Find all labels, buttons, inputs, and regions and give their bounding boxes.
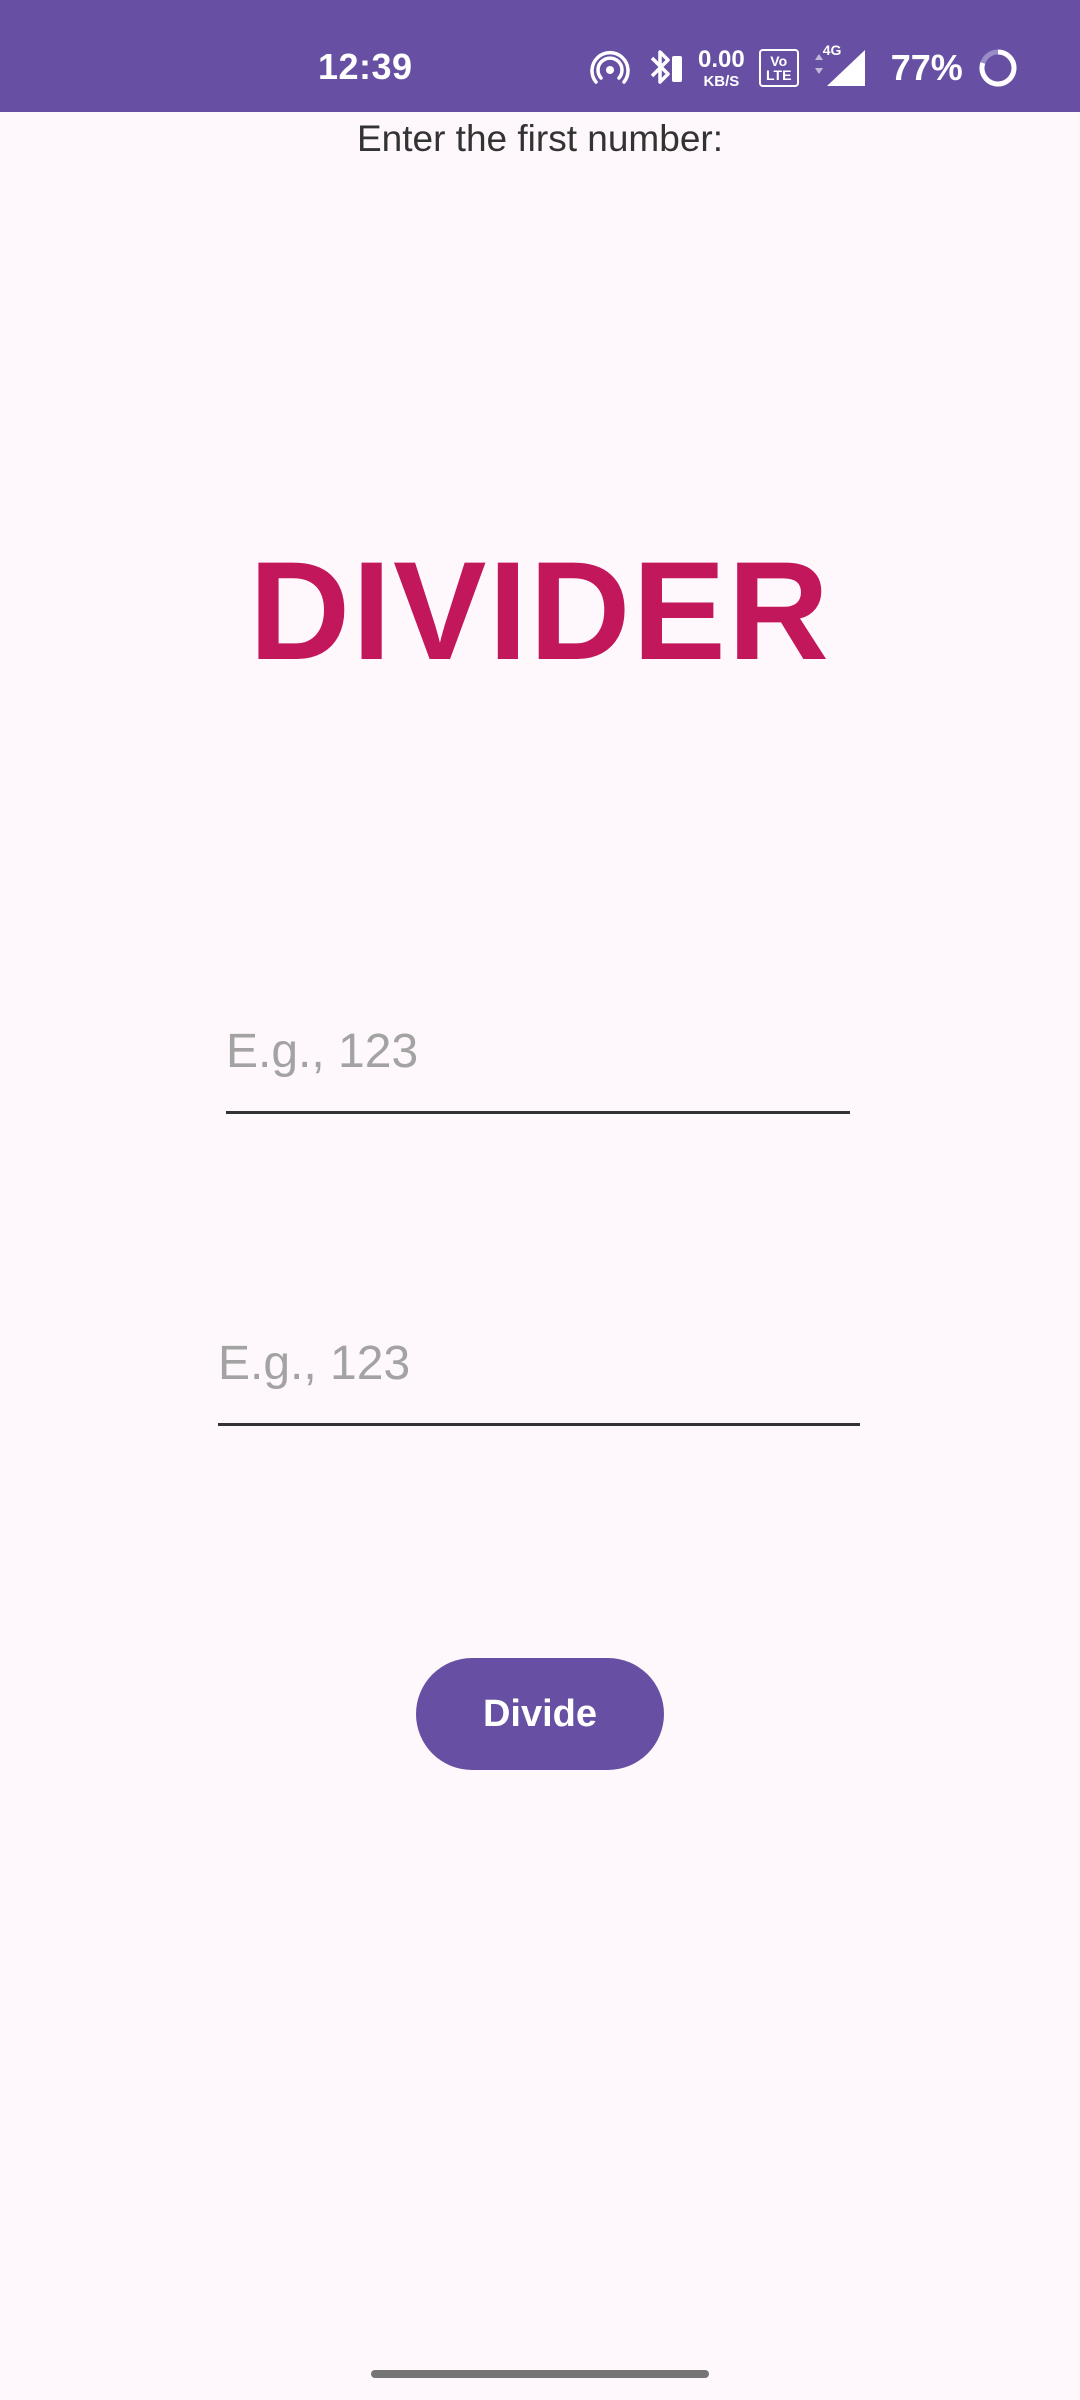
bluetooth-icon (644, 46, 684, 90)
net-speed: 0.00 KB/S (698, 45, 745, 90)
app-title: DIVIDER (249, 532, 831, 689)
signal-icon: 4G (813, 42, 867, 90)
status-time: 12:39 (318, 46, 413, 87)
first-number-input[interactable] (226, 1010, 850, 1114)
battery-ring-icon (977, 47, 1019, 89)
net-speed-value: 0.00 (698, 45, 745, 73)
hotspot-icon (590, 48, 630, 88)
volte-icon: Vo LTE (758, 49, 799, 87)
status-bar: 12:39 0.00 KB/S Vo LTE 4G 77% (0, 0, 1080, 112)
gesture-nav-bar[interactable] (371, 2370, 709, 2378)
status-icons: 0.00 KB/S Vo LTE 4G 77% (590, 42, 1019, 92)
divide-button[interactable]: Divide (416, 1658, 664, 1770)
prompt-label: Enter the first number: (356, 118, 724, 159)
second-number-input[interactable] (218, 1322, 860, 1426)
net-speed-unit: KB/S (703, 72, 740, 90)
battery-percent: 77% (890, 47, 963, 88)
